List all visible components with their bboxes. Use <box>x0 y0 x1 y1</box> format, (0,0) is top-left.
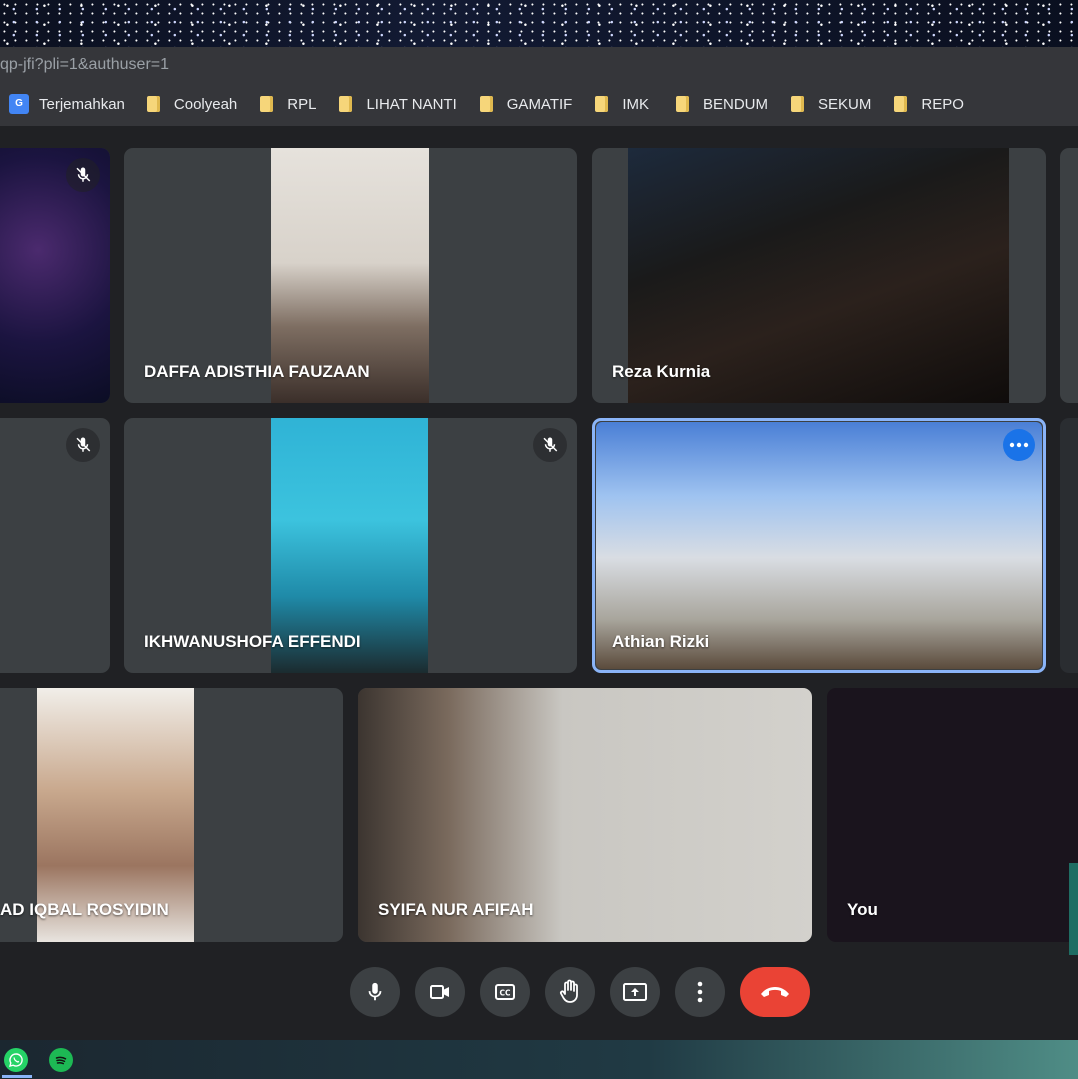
participant-tile-partial[interactable] <box>1060 418 1078 673</box>
bookmark-label: RPL <box>287 95 317 113</box>
os-taskbar <box>0 1040 1078 1079</box>
participant-tile[interactable]: IKHWANUSHOFA EFFENDI <box>124 418 577 673</box>
bookmark-repo[interactable]: REPO <box>894 96 964 113</box>
url-text: qp-jfi?pli=1&authuser=1 <box>0 56 170 73</box>
folder-icon <box>791 96 805 112</box>
leave-call-button[interactable] <box>740 967 810 1017</box>
participant-tile-partial[interactable] <box>0 148 110 403</box>
bookmark-coolyeah[interactable]: Coolyeah <box>146 95 238 113</box>
more-options-icon[interactable] <box>1003 429 1035 461</box>
participant-tile[interactable]: DAFFA ADISTHIA FAUZAAN <box>124 148 577 403</box>
microphone-button[interactable] <box>350 967 400 1017</box>
folder-icon <box>676 96 689 112</box>
bookmark-terjemahkan[interactable]: G Terjemahkan <box>9 94 125 114</box>
microphone-icon <box>368 982 382 1001</box>
bookmark-rpl[interactable]: RPL <box>260 96 316 113</box>
bookmark-label: SEKUM <box>818 95 872 113</box>
self-view-tile[interactable]: You <box>827 688 1078 942</box>
google-translate-icon: G <box>9 94 29 114</box>
bookmark-lihat-nanti[interactable]: LIHAT NANTI <box>339 95 457 113</box>
participant-name: AD IQBAL ROSYIDIN <box>0 900 169 919</box>
mic-off-icon <box>66 158 100 192</box>
desktop-wallpaper <box>0 0 1078 47</box>
bookmark-gamatif[interactable]: GAMATIF <box>479 95 573 113</box>
participant-tile-active-speaker[interactable]: Athian Rizki <box>592 418 1046 673</box>
whatsapp-icon[interactable] <box>4 1048 28 1072</box>
participant-tile[interactable]: SYIFA NUR AFIFAH <box>358 688 812 942</box>
bookmarks-bar: G Terjemahkan Coolyeah RPL LIHAT NANTI G… <box>0 82 1078 126</box>
present-screen-button[interactable] <box>610 967 660 1017</box>
participant-name: SYIFA NUR AFIFAH <box>378 900 534 919</box>
folder-icon <box>260 96 274 112</box>
folder-icon <box>479 96 493 112</box>
more-options-icon <box>697 981 703 1003</box>
participant-name: DAFFA ADISTHIA FAUZAAN <box>144 362 370 381</box>
folder-icon <box>595 96 609 112</box>
participant-tile[interactable]: AD IQBAL ROSYIDIN <box>0 688 343 942</box>
bookmark-imk[interactable]: IMK <box>595 96 649 113</box>
hang-up-icon <box>761 987 789 997</box>
bookmark-label: REPO <box>921 95 964 113</box>
mic-off-icon <box>533 428 567 462</box>
bookmark-label: Coolyeah <box>173 95 238 113</box>
captions-icon: CC <box>495 984 515 1000</box>
bookmark-label: Terjemahkan <box>39 95 125 113</box>
participant-tile-partial[interactable] <box>0 418 110 673</box>
active-app-indicator <box>2 1075 32 1078</box>
camera-button[interactable] <box>415 967 465 1017</box>
raise-hand-button[interactable] <box>545 967 595 1017</box>
folder-icon <box>146 96 160 112</box>
bookmark-label: IMK <box>622 95 649 113</box>
meeting-controls-bar: CC <box>0 955 1078 1030</box>
captions-button[interactable]: CC <box>480 967 530 1017</box>
camera-icon <box>430 985 449 999</box>
mic-off-icon <box>66 428 100 462</box>
spotify-icon[interactable] <box>49 1048 73 1072</box>
bookmark-label: BENDUM <box>703 95 769 113</box>
folder-icon <box>339 96 353 112</box>
participant-tile-partial[interactable] <box>1060 148 1078 403</box>
bookmark-label: GAMATIF <box>506 95 573 113</box>
raise-hand-icon <box>559 979 578 1003</box>
folder-icon <box>894 96 908 112</box>
bookmark-sekum[interactable]: SEKUM <box>791 96 871 113</box>
bookmark-label: LIHAT NANTI <box>366 95 457 113</box>
participant-name: IKHWANUSHOFA EFFENDI <box>144 632 361 651</box>
more-options-button[interactable] <box>675 967 725 1017</box>
present-screen-icon <box>623 983 647 1001</box>
participant-name: Athian Rizki <box>612 632 710 651</box>
participant-tile[interactable]: Reza Kurnia <box>592 148 1046 403</box>
svg-text:CC: CC <box>499 989 511 998</box>
participant-name: You <box>847 900 878 919</box>
participant-name: Reza Kurnia <box>612 362 711 381</box>
bookmark-bendum[interactable]: BENDUM <box>676 96 768 113</box>
address-bar[interactable]: qp-jfi?pli=1&authuser=1 <box>0 47 1078 82</box>
